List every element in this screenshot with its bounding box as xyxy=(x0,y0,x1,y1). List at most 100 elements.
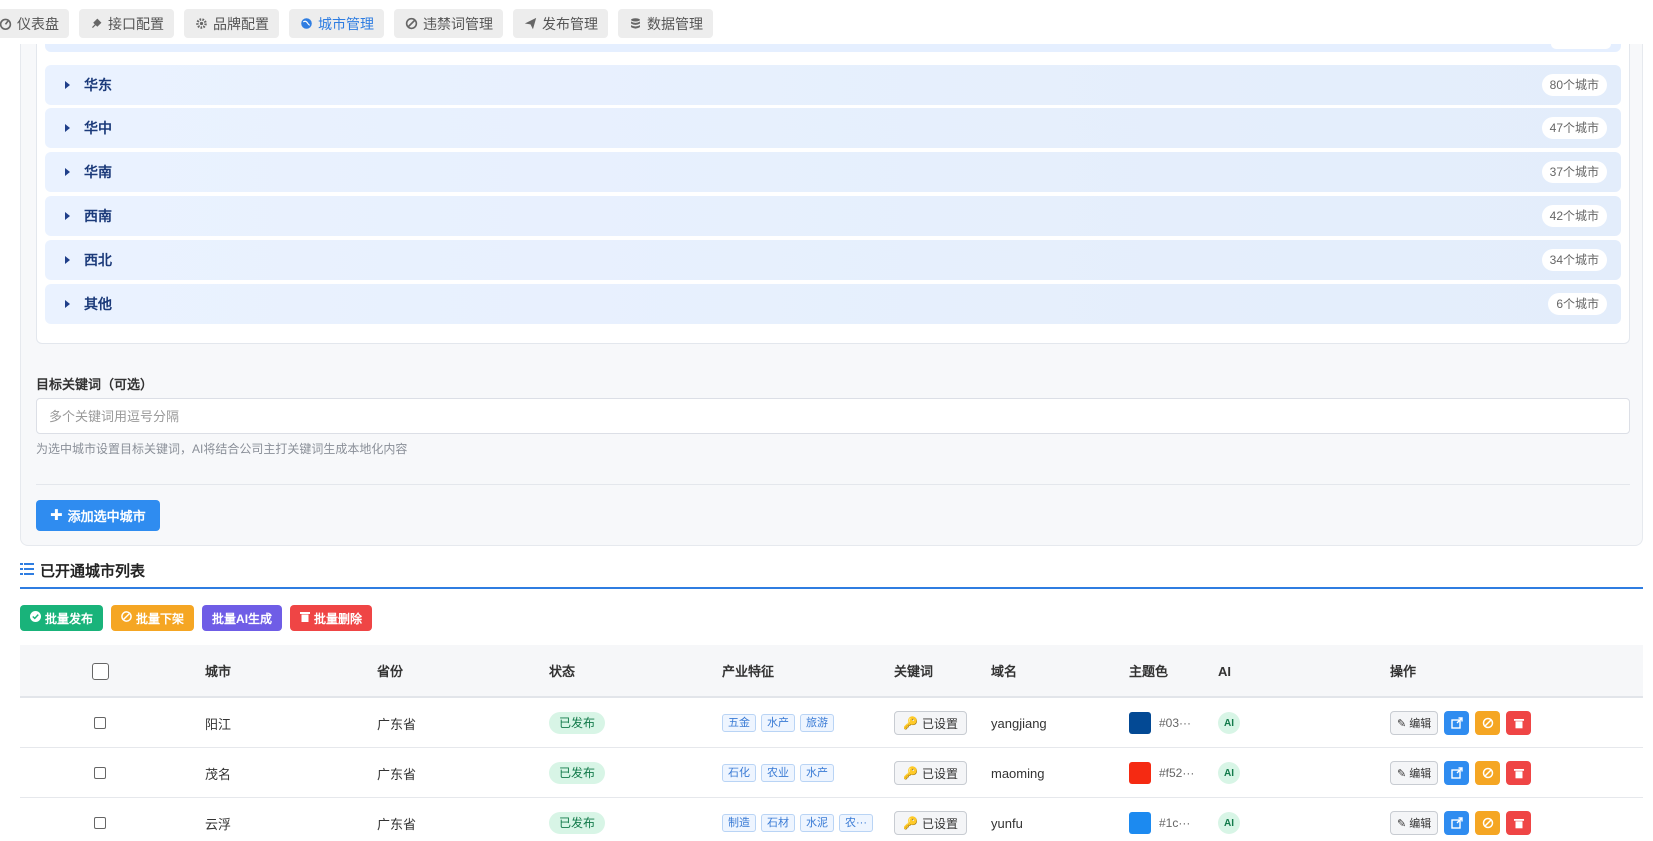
tab-api-config[interactable]: 接口配置 xyxy=(79,9,174,38)
status-badge: 已发布 xyxy=(549,712,606,734)
table-row: 茂名 广东省 已发布 石化 农业 水产 🔑 已设置 maoming #f52···… xyxy=(20,748,1643,798)
plus-icon: ✚ xyxy=(50,507,63,524)
ai-badge: AI xyxy=(1218,762,1240,784)
database-icon xyxy=(628,17,642,31)
gear-icon xyxy=(194,17,208,31)
tab-label: 数据管理 xyxy=(647,15,703,32)
city-name: 茂名 xyxy=(205,766,232,782)
col-keywords[interactable]: 关键词 xyxy=(894,645,933,698)
keyword-hint: 为选中城市设置目标关键词，AI将结合公司主打关键词生成本地化内容 xyxy=(36,442,408,456)
keywords-button-label: 已设置 xyxy=(921,766,958,781)
keywords-button[interactable]: 🔑 已设置 xyxy=(894,811,967,835)
batch-unpublish-button[interactable]: 批量下架 xyxy=(111,605,195,631)
province-name: 广东省 xyxy=(377,766,417,782)
col-status[interactable]: 状态 xyxy=(549,645,575,698)
city-table: 城市 省份 状态 产业特征 关键词 域名 主题色 AI 操作 阳江 广东省 已发… xyxy=(20,645,1643,841)
batch-ai-generate-button[interactable]: 批量AI生成 xyxy=(202,605,283,631)
industry-tag: 水泥 xyxy=(800,814,834,832)
keywords-button[interactable]: 🔑 已设置 xyxy=(894,711,967,735)
region-row-other[interactable]: 其他 6个城市 xyxy=(45,284,1621,324)
region-city-count: 37个城市 xyxy=(1541,161,1607,183)
edit-button[interactable]: ✎ 编辑 xyxy=(1390,711,1439,735)
list-icon xyxy=(20,562,34,579)
keywords-button[interactable]: 🔑 已设置 xyxy=(894,761,967,785)
key-icon: 🔑 xyxy=(903,816,918,830)
city-name: 云浮 xyxy=(205,816,232,832)
tab-dashboard[interactable]: 仪表盘 xyxy=(0,9,69,38)
unpublish-button[interactable] xyxy=(1475,811,1501,835)
industry-tag: 制造 xyxy=(722,814,756,832)
region-name: 华南 xyxy=(84,164,112,180)
tab-city-management[interactable]: 城市管理 xyxy=(289,9,384,38)
ban-icon xyxy=(404,17,418,31)
region-city-count: 34个城市 xyxy=(1541,249,1607,271)
region-name: 西北 xyxy=(84,252,112,268)
row-checkbox[interactable] xyxy=(94,817,106,829)
tab-banned-words[interactable]: 违禁词管理 xyxy=(394,9,503,38)
region-row-huazhong[interactable]: 华中 47个城市 xyxy=(45,108,1621,148)
pencil-icon: ✎ xyxy=(1397,717,1407,730)
industry-tag: 农业 xyxy=(761,764,795,782)
industry-tags: 制造 石材 水泥 农··· xyxy=(722,814,882,832)
keywords-button-label: 已设置 xyxy=(921,716,958,731)
tab-publish-management[interactable]: 发布管理 xyxy=(513,9,608,38)
open-link-button[interactable] xyxy=(1444,761,1470,785)
tab-data-management[interactable]: 数据管理 xyxy=(618,9,713,38)
region-row-xibei[interactable]: 西北 34个城市 xyxy=(45,240,1621,280)
delete-button[interactable] xyxy=(1506,811,1532,835)
edit-button[interactable]: ✎ 编辑 xyxy=(1390,811,1439,835)
batch-ai-label: 批量AI生成 xyxy=(212,611,273,626)
select-all-checkbox[interactable] xyxy=(92,663,109,680)
batch-delete-label: 批量删除 xyxy=(314,611,363,626)
open-link-button[interactable] xyxy=(1444,811,1470,835)
industry-tag: 五金 xyxy=(722,714,756,732)
region-row-partial[interactable] xyxy=(45,44,1621,52)
col-industry[interactable]: 产业特征 xyxy=(722,645,774,698)
unpublish-button[interactable] xyxy=(1475,711,1501,735)
batch-delete-button[interactable]: 批量删除 xyxy=(290,605,373,631)
trash-icon xyxy=(1513,769,1524,779)
city-name: 阳江 xyxy=(205,716,232,732)
row-actions: ✎ 编辑 xyxy=(1390,711,1532,735)
col-ai[interactable]: AI xyxy=(1218,645,1231,698)
ai-badge: AI xyxy=(1218,712,1240,734)
industry-tag: 农··· xyxy=(839,814,873,832)
region-row-huanan[interactable]: 华南 37个城市 xyxy=(45,152,1621,192)
caret-right-icon xyxy=(65,212,70,220)
caret-right-icon xyxy=(65,300,70,308)
ai-badge: AI xyxy=(1218,812,1240,834)
tab-label: 仪表盘 xyxy=(17,15,59,32)
keyword-input[interactable] xyxy=(36,398,1630,434)
batch-publish-button[interactable]: 批量发布 xyxy=(20,605,104,631)
add-selected-cities-button[interactable]: ✚ 添加选中城市 xyxy=(36,500,160,531)
region-row-xinan[interactable]: 西南 42个城市 xyxy=(45,196,1621,236)
col-domain[interactable]: 域名 xyxy=(991,645,1017,698)
open-link-button[interactable] xyxy=(1444,711,1470,735)
delete-button[interactable] xyxy=(1506,761,1532,785)
edit-button[interactable]: ✎ 编辑 xyxy=(1390,761,1439,785)
row-actions: ✎ 编辑 xyxy=(1390,761,1532,785)
col-theme-color[interactable]: 主题色 xyxy=(1129,645,1168,698)
row-checkbox[interactable] xyxy=(94,717,106,729)
batch-unpublish-label: 批量下架 xyxy=(136,611,185,626)
check-circle-icon xyxy=(30,611,41,625)
external-link-icon xyxy=(1451,817,1463,829)
edit-label: 编辑 xyxy=(1409,718,1432,730)
col-province[interactable]: 省份 xyxy=(377,645,403,698)
edit-label: 编辑 xyxy=(1409,818,1432,830)
region-row-huadong[interactable]: 华东 80个城市 xyxy=(45,65,1621,105)
tab-label: 发布管理 xyxy=(542,15,598,32)
region-city-count: 6个城市 xyxy=(1548,293,1607,315)
industry-tag: 石材 xyxy=(761,814,795,832)
color-code: #1c··· xyxy=(1159,816,1191,830)
tab-brand-config[interactable]: 品牌配置 xyxy=(184,9,279,38)
region-name: 华中 xyxy=(84,120,112,136)
caret-right-icon xyxy=(65,256,70,264)
col-actions[interactable]: 操作 xyxy=(1390,645,1416,698)
caret-right-icon xyxy=(65,168,70,176)
unpublish-button[interactable] xyxy=(1475,761,1501,785)
col-city[interactable]: 城市 xyxy=(205,645,231,698)
tab-label: 违禁词管理 xyxy=(423,15,493,32)
row-checkbox[interactable] xyxy=(94,767,106,779)
delete-button[interactable] xyxy=(1506,711,1532,735)
